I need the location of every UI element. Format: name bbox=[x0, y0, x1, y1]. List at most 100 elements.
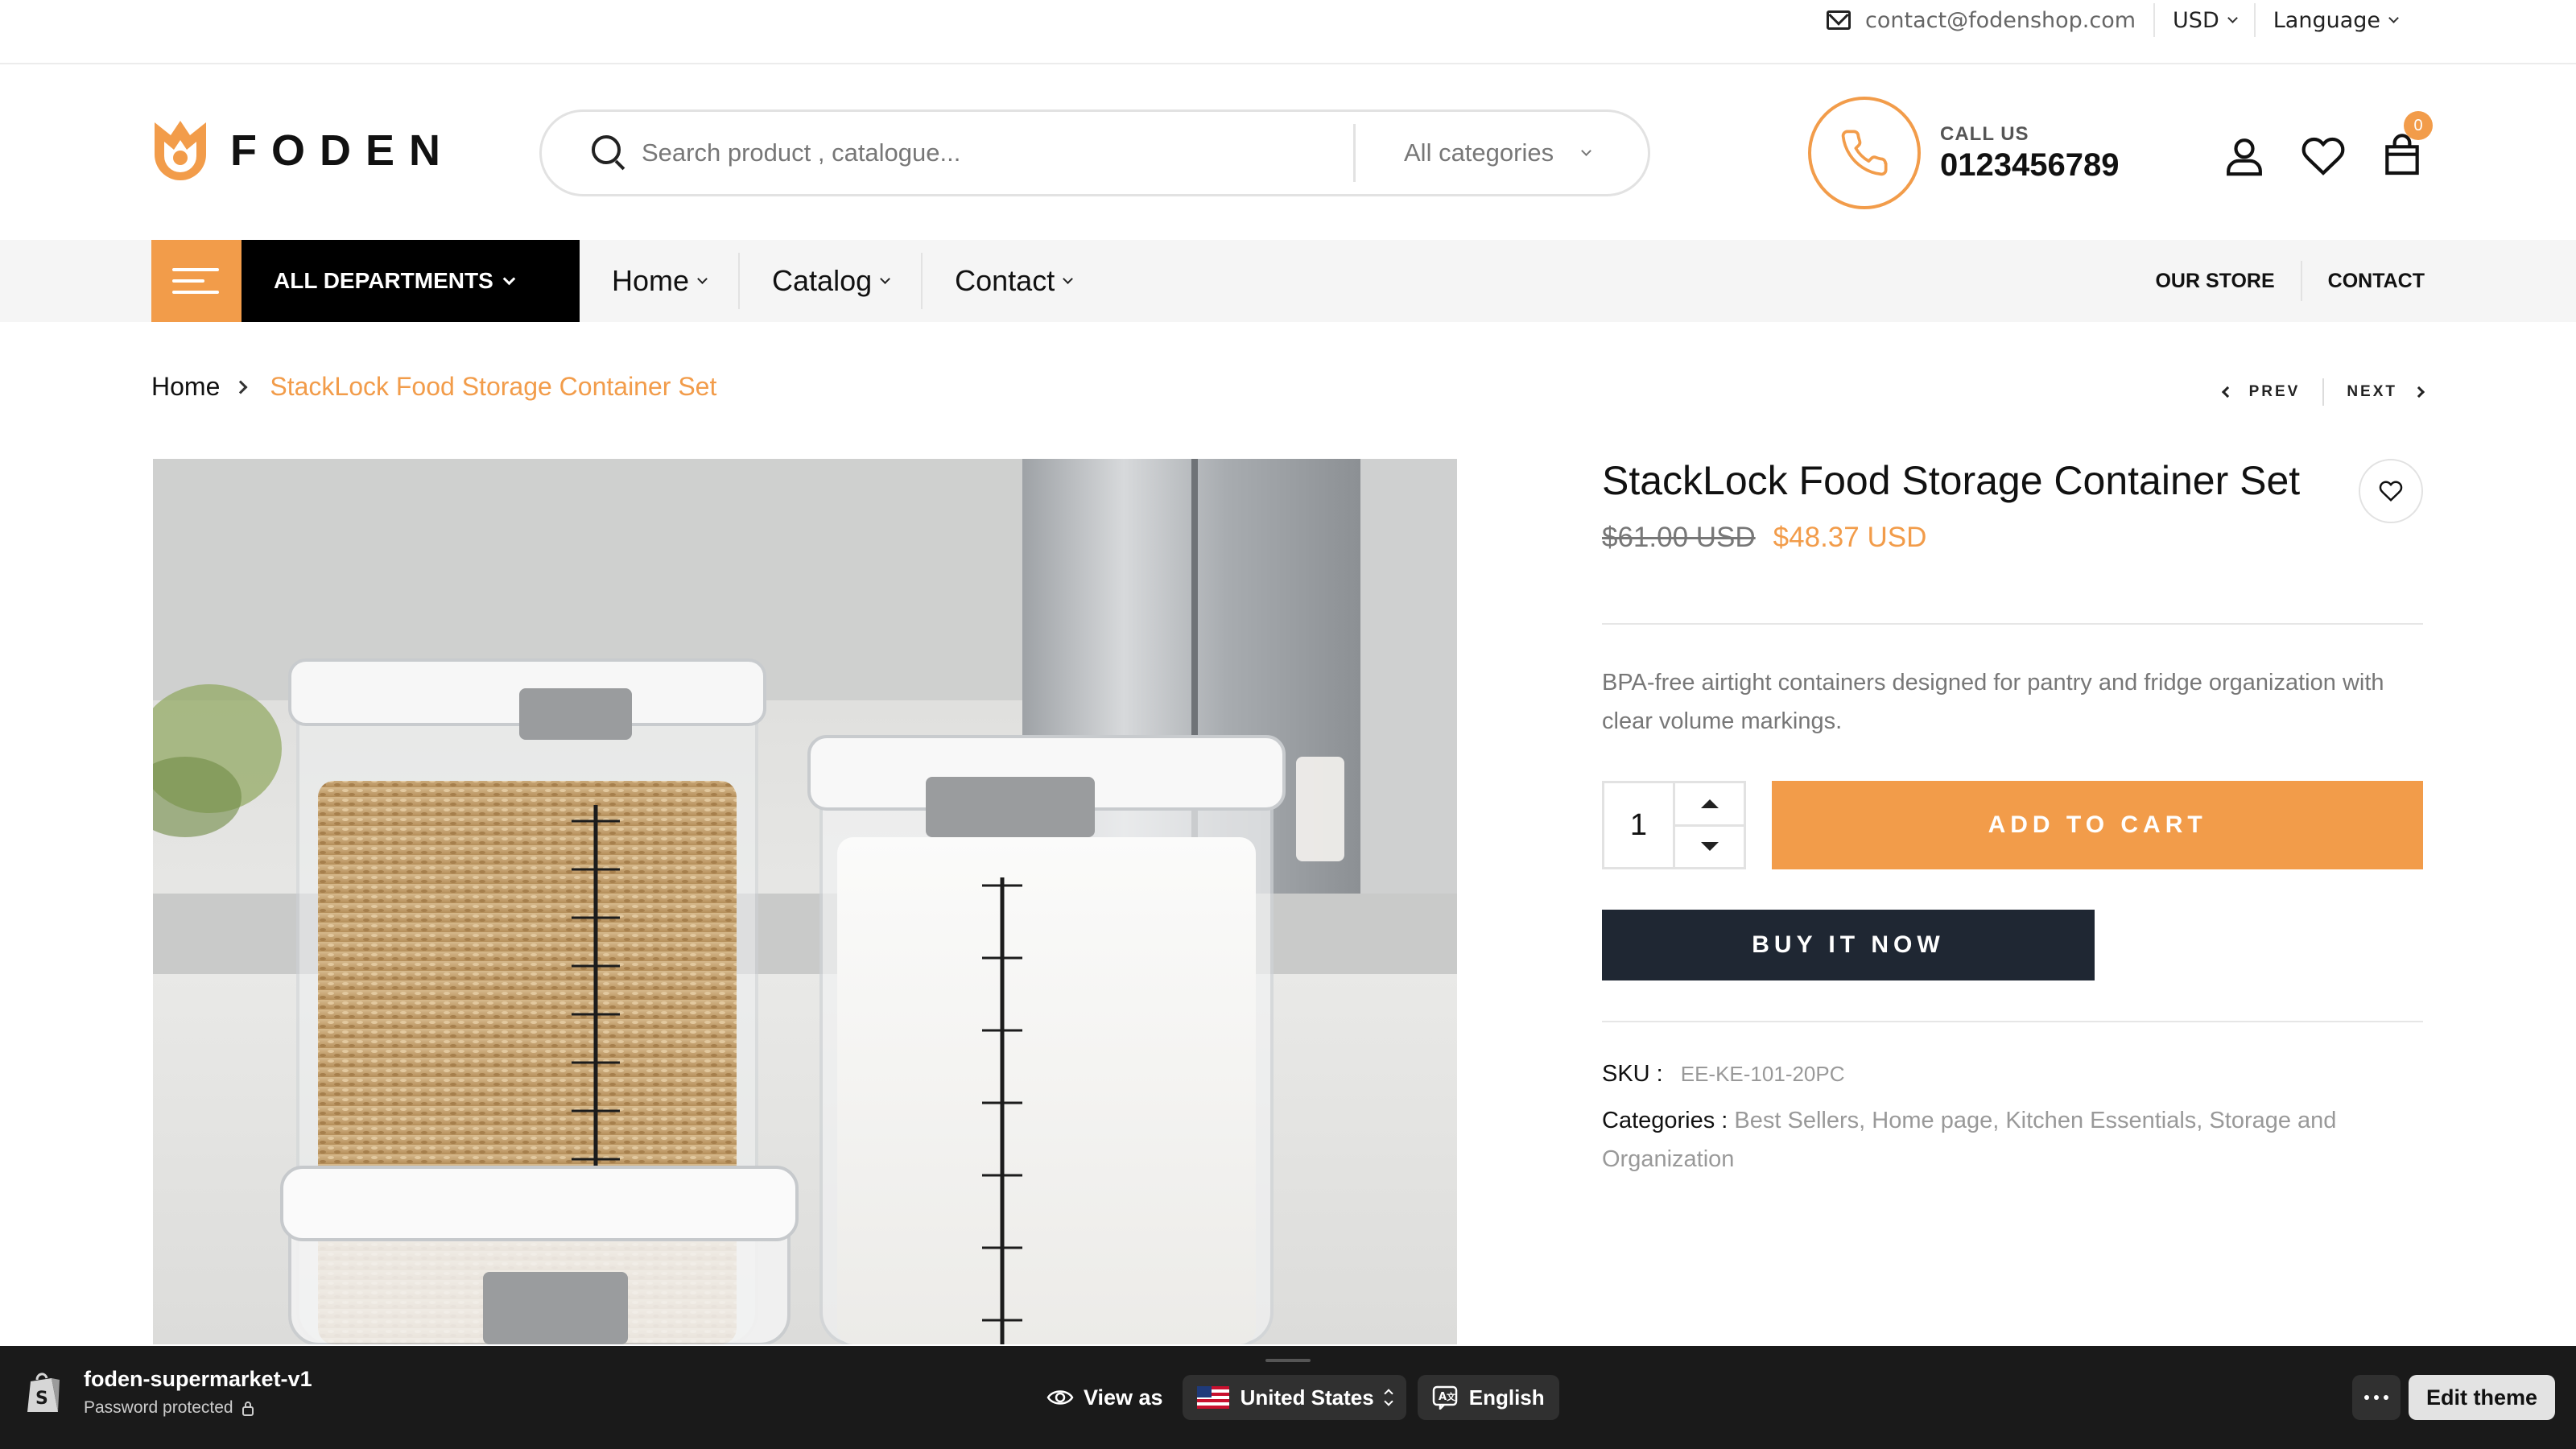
chevron-down-icon bbox=[2388, 12, 2399, 23]
prev-product-link[interactable]: PREV bbox=[2201, 383, 2323, 401]
breadcrumb-home[interactable]: Home bbox=[151, 372, 220, 402]
lock-icon bbox=[242, 1402, 254, 1416]
quantity-input[interactable]: 1 bbox=[1604, 783, 1675, 867]
contact-email-link[interactable]: contact@fodenshop.com bbox=[1809, 0, 2153, 40]
quantity-decrease-button[interactable] bbox=[1675, 827, 1744, 868]
language-label-preview: English bbox=[1468, 1385, 1545, 1410]
shopping-bag-icon bbox=[2385, 134, 2419, 175]
divider bbox=[1602, 1021, 2423, 1022]
our-store-link[interactable]: OUR STORE bbox=[2129, 270, 2300, 293]
sku-row: SKU : EE-KE-101-20PC bbox=[1602, 1055, 2423, 1093]
country-label: United States bbox=[1240, 1385, 1374, 1410]
language-selector-preview[interactable]: A 文 English bbox=[1417, 1375, 1559, 1420]
us-flag-icon bbox=[1196, 1386, 1229, 1409]
chevron-down-icon bbox=[697, 273, 708, 284]
product-description: BPA-free airtight containers designed fo… bbox=[1602, 670, 2384, 734]
logo-icon bbox=[155, 121, 206, 180]
divider bbox=[1602, 623, 2423, 625]
preview-actions: Edit theme bbox=[2351, 1375, 2555, 1420]
preview-store-info: S foden-supermarket-v1 Password protecte… bbox=[24, 1367, 312, 1418]
purchase-row: 1 ADD TO CART bbox=[1602, 781, 2423, 869]
preview-store-text: foden-supermarket-v1 Password protected bbox=[84, 1367, 312, 1418]
shopify-bag-icon: S bbox=[27, 1373, 60, 1412]
nav-contact-label: Contact bbox=[955, 264, 1055, 297]
quantity-stepper: 1 bbox=[1602, 781, 1747, 869]
dot bbox=[2383, 1395, 2388, 1400]
next-label: NEXT bbox=[2347, 383, 2397, 400]
chevron-down-icon bbox=[1581, 145, 1591, 156]
call-us-text: CALL US 0123456789 bbox=[1940, 123, 2119, 184]
heart-icon bbox=[2379, 481, 2403, 502]
language-label: Language bbox=[2273, 7, 2380, 33]
all-departments-label: ALL DEPARTMENTS bbox=[274, 268, 493, 293]
sku-label: SKU : bbox=[1602, 1061, 1663, 1087]
dot bbox=[2373, 1395, 2379, 1400]
hamburger-icon bbox=[172, 291, 219, 294]
next-product-link[interactable]: NEXT bbox=[2324, 383, 2425, 401]
cart-button[interactable]: 0 bbox=[2380, 111, 2433, 179]
categories-label: Categories : bbox=[1602, 1108, 1728, 1133]
product-info: StackLock Food Storage Container Set $61… bbox=[1602, 451, 2423, 1179]
category-link-home-page[interactable]: Home page, bbox=[1872, 1108, 1999, 1133]
buy-it-now-button[interactable]: BUY IT NOW bbox=[1602, 910, 2095, 980]
translate-icon: A 文 bbox=[1432, 1385, 1457, 1410]
quantity-increase-button[interactable] bbox=[1675, 783, 1744, 827]
breadcrumb-current: StackLock Food Storage Container Set bbox=[270, 372, 717, 401]
search-input[interactable] bbox=[642, 138, 1334, 167]
header-actions: 0 bbox=[2222, 111, 2458, 179]
caret-down-icon bbox=[1700, 842, 1719, 852]
call-us-label: CALL US bbox=[1940, 122, 2029, 145]
caret-up-icon bbox=[1700, 799, 1719, 808]
nav-catalog-label: Catalog bbox=[772, 264, 873, 297]
svg-text:S: S bbox=[35, 1389, 48, 1409]
category-select[interactable]: All categories bbox=[1404, 138, 1591, 167]
site-logo[interactable]: FODEN bbox=[151, 118, 455, 184]
nav-catalog[interactable]: Catalog bbox=[740, 253, 921, 309]
store-status-text: Password protected bbox=[84, 1398, 233, 1417]
hamburger-icon bbox=[172, 279, 204, 283]
account-button[interactable] bbox=[2222, 134, 2267, 179]
preview-controls: View as United States A 文 English bbox=[1046, 1375, 1571, 1420]
all-departments-button[interactable]: ALL DEPARTMENTS bbox=[242, 240, 580, 322]
divider bbox=[1353, 124, 1356, 182]
contact-email-text: contact@fodenshop.com bbox=[1865, 7, 2136, 33]
add-to-cart-button[interactable]: ADD TO CART bbox=[1772, 781, 2423, 869]
chevron-right-icon bbox=[2413, 386, 2425, 398]
heart-icon bbox=[2301, 137, 2345, 175]
product-pager: PREV NEXT bbox=[2201, 378, 2425, 406]
phone-icon-circle bbox=[1808, 97, 1921, 209]
category-link-best-sellers[interactable]: Best Sellers, bbox=[1734, 1108, 1865, 1133]
category-link-kitchen-essentials[interactable]: Kitchen Essentials, bbox=[2005, 1108, 2202, 1133]
phone-icon bbox=[1841, 130, 1888, 176]
more-options-button[interactable] bbox=[2351, 1375, 2401, 1420]
product-title: StackLock Food Storage Container Set bbox=[1602, 458, 2301, 503]
call-us[interactable]: CALL US 0123456789 bbox=[1808, 97, 2119, 209]
store-name: foden-supermarket-v1 bbox=[84, 1367, 312, 1391]
search-icon[interactable] bbox=[585, 129, 634, 177]
country-selector[interactable]: United States bbox=[1182, 1375, 1406, 1420]
edit-theme-button[interactable]: Edit theme bbox=[2408, 1375, 2555, 1420]
sku-value: EE-KE-101-20PC bbox=[1680, 1062, 1845, 1086]
chevron-down-icon bbox=[502, 272, 516, 285]
call-us-number: 0123456789 bbox=[1940, 147, 2120, 183]
currency-selector[interactable]: USD bbox=[2155, 0, 2254, 40]
contact-link[interactable]: CONTACT bbox=[2302, 270, 2425, 293]
nav-contact[interactable]: Contact bbox=[923, 253, 1104, 309]
top-bar-right: contact@fodenshop.com USD Language bbox=[1809, 0, 2415, 40]
categories-row: Categories : Best Sellers, Home page, Ki… bbox=[1602, 1101, 2423, 1179]
store-status: Password protected bbox=[84, 1398, 312, 1418]
language-selector[interactable]: Language bbox=[2256, 0, 2415, 40]
main-nav: ALL DEPARTMENTS Home Catalog Contact OUR… bbox=[0, 240, 2576, 322]
drag-handle[interactable] bbox=[1265, 1359, 1311, 1362]
product-main-image[interactable] bbox=[153, 459, 1457, 1344]
menu-toggle-button[interactable] bbox=[151, 240, 242, 322]
wishlist-button[interactable] bbox=[2301, 134, 2346, 179]
cart-count-badge: 0 bbox=[2404, 111, 2433, 140]
nav-home[interactable]: Home bbox=[580, 253, 738, 309]
quantity-arrows bbox=[1675, 783, 1744, 867]
svg-text:A: A bbox=[1439, 1391, 1447, 1403]
mail-icon bbox=[1827, 10, 1852, 30]
price-block: $61.00 USD $48.37 USD bbox=[1602, 522, 2423, 554]
add-to-wishlist-button[interactable] bbox=[2359, 459, 2423, 523]
compare-at-price: $61.00 USD bbox=[1602, 522, 1756, 553]
